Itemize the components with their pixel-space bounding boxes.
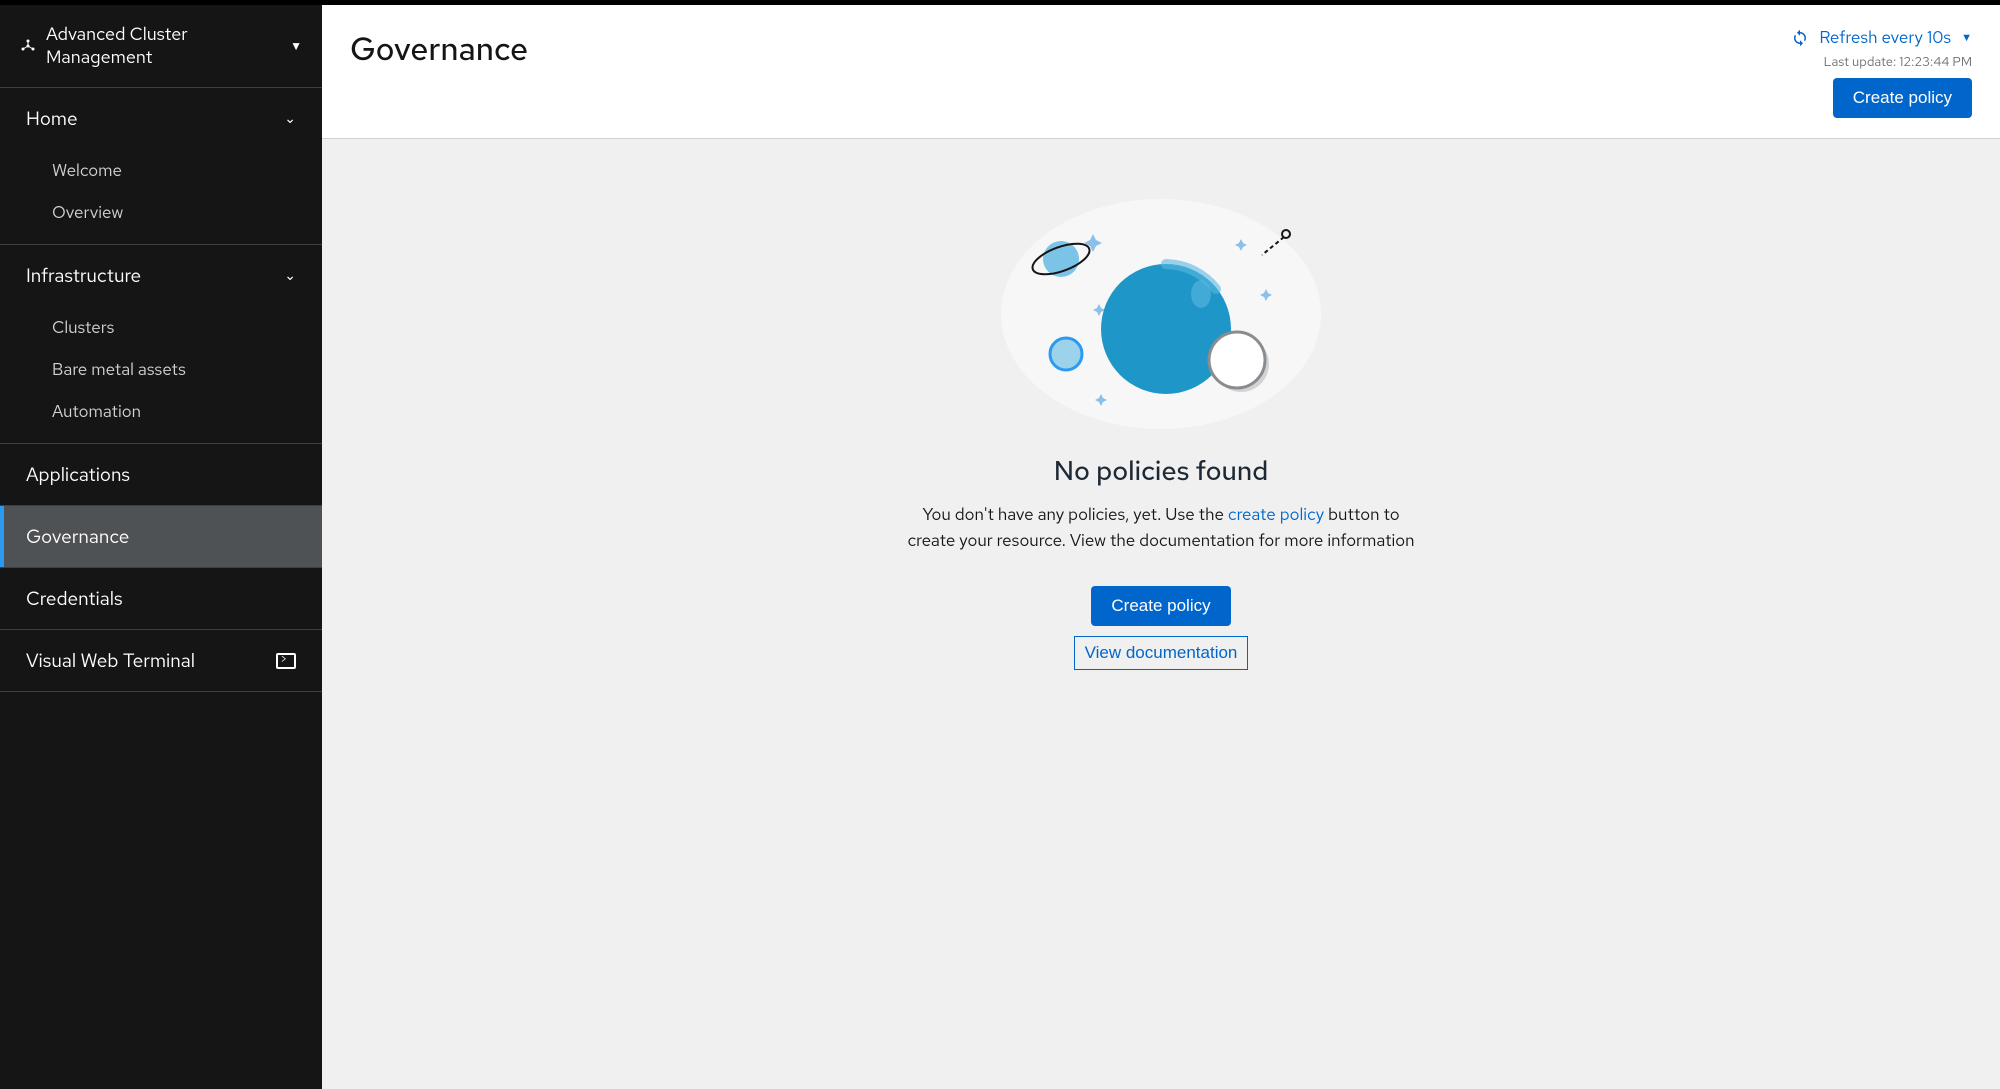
chevron-down-icon: ⌄ — [284, 267, 296, 285]
sidebar: Advanced Cluster Management ▼ Home ⌄ Wel… — [0, 5, 322, 1089]
sidebar-section-home[interactable]: Home ⌄ — [0, 88, 322, 150]
last-update-text: Last update: 12:23:44 PM — [1824, 53, 1972, 70]
chevron-down-icon: ⌄ — [284, 110, 296, 128]
create-policy-button-empty[interactable]: Create policy — [1091, 586, 1230, 626]
empty-state-container: No policies found You don't have any pol… — [322, 139, 2000, 1089]
refresh-icon — [1791, 29, 1809, 47]
empty-state-illustration-icon — [991, 194, 1331, 434]
sidebar-section-infrastructure[interactable]: Infrastructure ⌄ — [0, 245, 322, 307]
empty-state-title: No policies found — [901, 454, 1421, 489]
empty-state-description: You don't have any policies, yet. Use th… — [901, 503, 1421, 554]
header-actions: Refresh every 10s ▼ Last update: 12:23:4… — [1791, 27, 1972, 118]
page-title: Governance — [350, 27, 528, 70]
refresh-dropdown[interactable]: Refresh every 10s ▼ — [1791, 27, 1972, 49]
create-policy-button[interactable]: Create policy — [1833, 78, 1972, 118]
app-switcher-label: Advanced Cluster Management — [46, 23, 280, 69]
caret-down-icon: ▼ — [290, 38, 302, 54]
sidebar-item-welcome[interactable]: Welcome — [0, 150, 322, 192]
sidebar-item-governance[interactable]: Governance — [0, 506, 322, 567]
sidebar-section-label: Infrastructure — [26, 263, 141, 288]
main-header: Governance Refresh every 10s ▼ Last upda… — [322, 5, 2000, 139]
sidebar-item-credentials[interactable]: Credentials — [0, 568, 322, 629]
main-content: Governance Refresh every 10s ▼ Last upda… — [322, 5, 2000, 1089]
caret-down-icon: ▼ — [1961, 31, 1972, 45]
refresh-label: Refresh every 10s — [1819, 27, 1951, 49]
terminal-icon — [276, 653, 296, 669]
sidebar-item-visual-web-terminal[interactable]: Visual Web Terminal — [0, 630, 322, 691]
sidebar-item-clusters[interactable]: Clusters — [0, 307, 322, 349]
empty-state: No policies found You don't have any pol… — [901, 194, 1421, 1089]
sidebar-infra-items: Clusters Bare metal assets Automation — [0, 307, 322, 443]
app-switcher[interactable]: Advanced Cluster Management ▼ — [0, 5, 322, 88]
sidebar-item-overview[interactable]: Overview — [0, 192, 322, 234]
create-policy-inline-link[interactable]: create policy — [1228, 504, 1324, 526]
sidebar-item-bare-metal[interactable]: Bare metal assets — [0, 349, 322, 391]
sidebar-item-applications[interactable]: Applications — [0, 444, 322, 505]
view-documentation-button[interactable]: View documentation — [1074, 636, 1249, 670]
sidebar-item-automation[interactable]: Automation — [0, 391, 322, 433]
sidebar-section-label: Home — [26, 106, 78, 131]
sidebar-home-items: Welcome Overview — [0, 150, 322, 244]
empty-state-actions: Create policy View documentation — [901, 582, 1421, 670]
acm-logo-icon — [20, 38, 36, 54]
